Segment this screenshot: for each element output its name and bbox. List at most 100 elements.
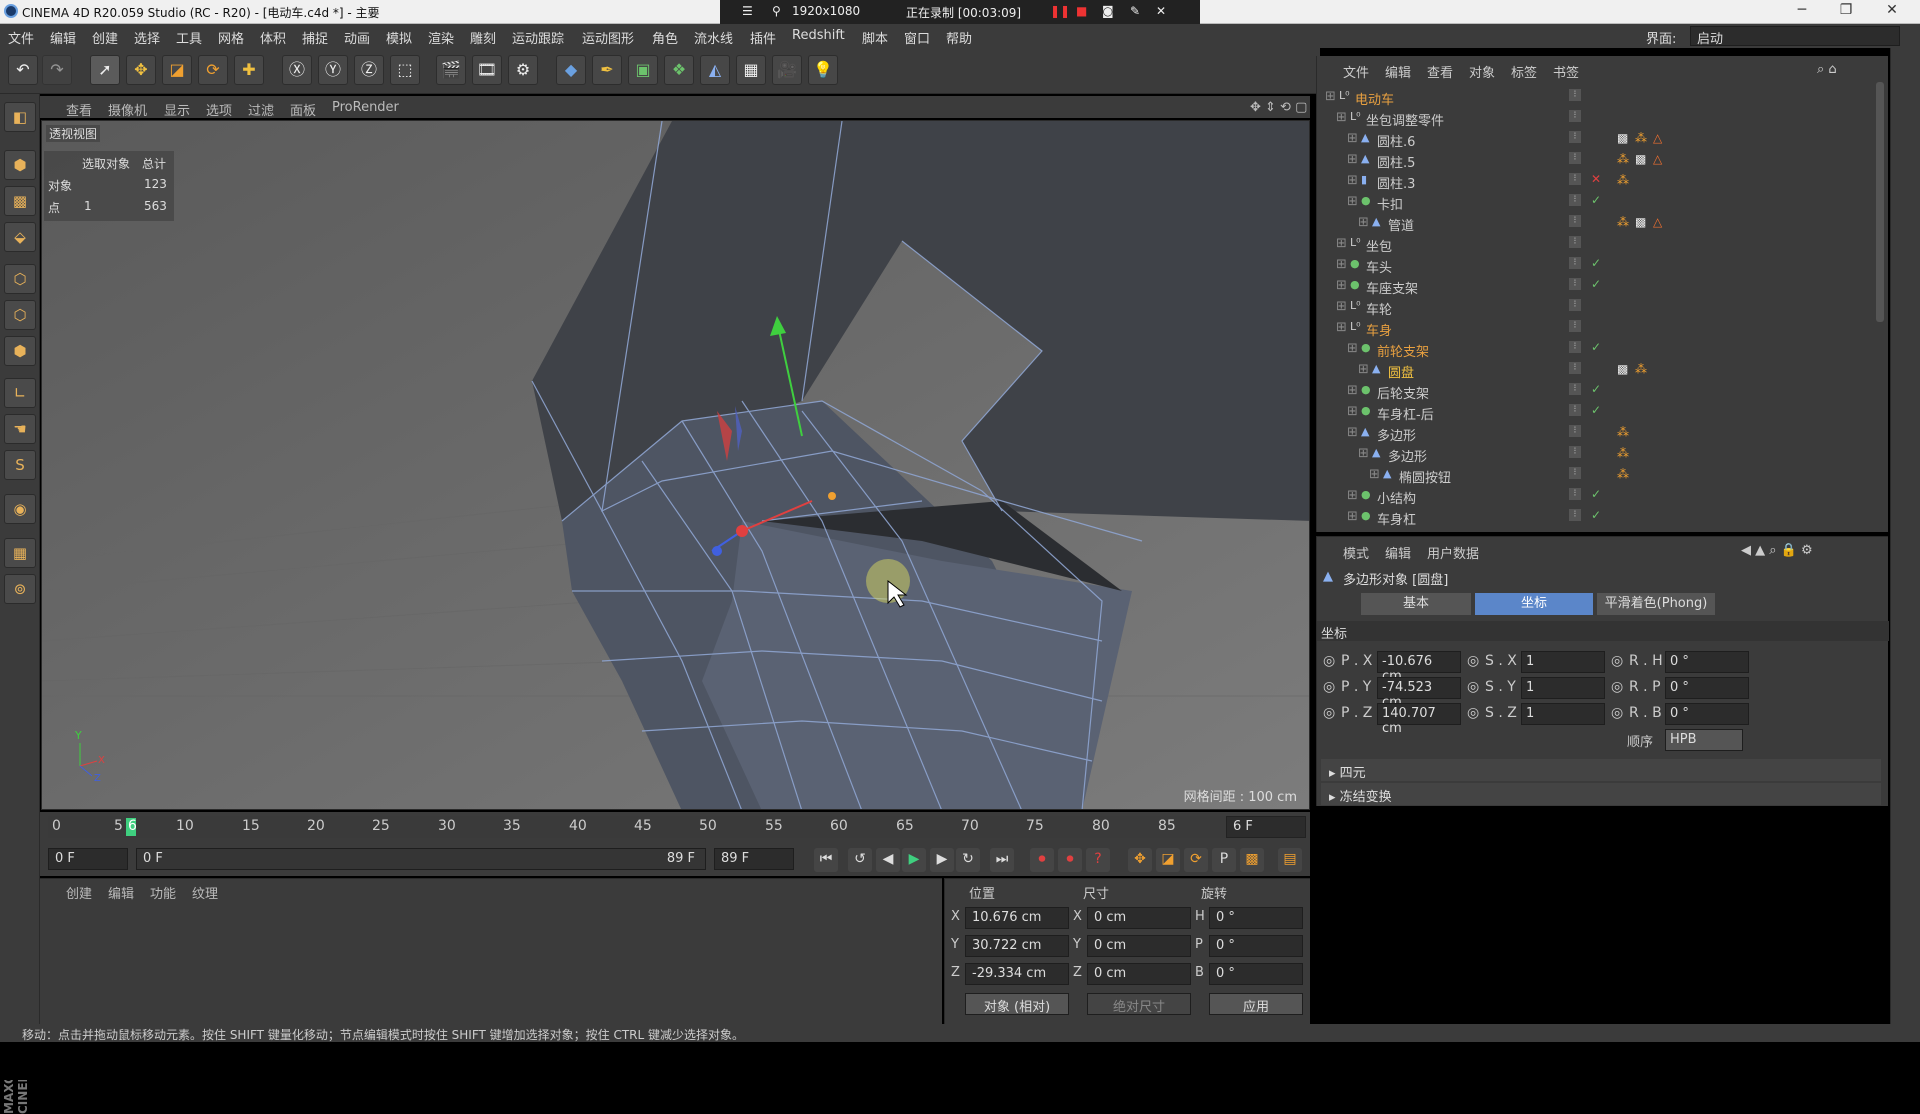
viewport-menu-display[interactable]: 显示 — [164, 100, 190, 119]
object-name[interactable]: 多边形 — [1377, 425, 1416, 444]
select-tool-icon[interactable]: ➚ — [90, 55, 120, 85]
maximize-button[interactable]: ❐ — [1826, 2, 1866, 22]
object-name[interactable]: 车身 — [1366, 320, 1392, 339]
menu-script[interactable]: 脚本 — [862, 28, 888, 47]
object-row[interactable]: ⊞ ▮ 圆柱.3 ⁝ ✕ ⁂ — [1325, 170, 1873, 192]
grid-snap-icon[interactable]: ▦ — [4, 538, 36, 568]
goto-start-icon[interactable]: ⏮ — [814, 848, 838, 872]
om-menu-view[interactable]: 查看 — [1427, 62, 1453, 81]
texture-tag-icon[interactable]: ▩ — [1635, 152, 1646, 166]
menu-mesh[interactable]: 网格 — [218, 28, 244, 47]
make-editable-icon[interactable]: ◧ — [4, 102, 36, 132]
enabled-check-icon[interactable]: ✕ — [1591, 172, 1601, 186]
enabled-check-icon[interactable]: ✓ — [1591, 487, 1601, 501]
layer-visibility-icon[interactable]: ⁝ — [1569, 509, 1581, 521]
attr-menu-edit[interactable]: 编辑 — [1385, 543, 1411, 562]
playhead-label[interactable]: 6 — [128, 818, 137, 834]
object-name[interactable]: 多边形 — [1388, 446, 1427, 465]
object-row[interactable]: ⊞ ● 卡扣 ⁝ ✓ — [1325, 191, 1873, 213]
layer-visibility-icon[interactable]: ⁝ — [1569, 383, 1581, 395]
array-icon[interactable]: ❖ — [664, 55, 694, 85]
menu-volume[interactable]: 体积 — [260, 28, 286, 47]
layer-visibility-icon[interactable]: ⁝ — [1569, 152, 1581, 164]
points-mode-icon[interactable]: ⬡ — [4, 264, 36, 294]
camera-object-icon[interactable]: 🎥 — [772, 55, 802, 85]
move-tool-icon[interactable]: ✥ — [126, 55, 156, 85]
enabled-check-icon[interactable]: ✓ — [1591, 340, 1601, 354]
polygons-mode-icon[interactable]: ⬢ — [4, 336, 36, 366]
coord-size-z[interactable]: 0 cm — [1087, 963, 1191, 985]
object-name[interactable]: 坐包 — [1366, 236, 1392, 255]
phong-tag-icon[interactable]: ⁂ — [1635, 131, 1647, 145]
object-row[interactable]: ⊞ L⁰ 电动车 ⁝ — [1325, 86, 1873, 108]
expand-icon[interactable]: ⊞ — [1347, 152, 1358, 167]
x-axis-icon[interactable]: Ⓧ — [282, 55, 312, 85]
expand-icon[interactable]: ⊞ — [1347, 194, 1358, 209]
expand-icon[interactable]: ⊞ — [1347, 488, 1358, 503]
end-frame-field[interactable]: 89 F — [714, 848, 794, 870]
object-name[interactable]: 圆盘 — [1388, 362, 1414, 381]
prev-frame-icon[interactable]: ◀ — [876, 848, 900, 872]
prev-key-icon[interactable]: ↺ — [848, 848, 872, 872]
expand-icon[interactable]: ⊞ — [1336, 257, 1347, 272]
texture-tag-icon[interactable]: ▩ — [1617, 362, 1628, 376]
enabled-check-icon[interactable]: ✓ — [1591, 403, 1601, 417]
menu-simulate[interactable]: 模拟 — [386, 28, 412, 47]
transform-tool-icon[interactable]: ✚ — [234, 55, 264, 85]
object-row[interactable]: ⊞ L⁰ 车轮 ⁝ — [1325, 296, 1873, 318]
current-frame-field[interactable]: 6 F — [1226, 816, 1306, 838]
object-row[interactable]: ⊞ ▲ 椭圆按钮 ⁝ ⁂ — [1325, 464, 1873, 486]
perspective-viewport[interactable]: Y X Z 透视视图 选取对象 总计 对象 123 点 1 563 网格间距 :… — [41, 120, 1310, 810]
object-name[interactable]: 车身杠 — [1377, 509, 1416, 528]
enabled-check-icon[interactable]: ✓ — [1591, 256, 1601, 270]
expand-icon[interactable]: ⊞ — [1336, 110, 1347, 125]
menu-select[interactable]: 选择 — [134, 28, 160, 47]
object-name[interactable]: 卡扣 — [1377, 194, 1403, 213]
expand-icon[interactable]: ⊞ — [1347, 509, 1358, 524]
px-field[interactable]: -10.676 cm — [1377, 651, 1461, 684]
goto-end-icon[interactable]: ⏭ — [990, 848, 1014, 872]
layer-visibility-icon[interactable]: ⁝ — [1569, 110, 1581, 122]
expand-icon[interactable]: ⊞ — [1336, 278, 1347, 293]
autokey-icon[interactable]: ⏺ — [1058, 848, 1082, 872]
layer-visibility-icon[interactable]: ⁝ — [1569, 278, 1581, 290]
object-row[interactable]: ⊞ ● 后轮支架 ⁝ ✓ — [1325, 380, 1873, 402]
pen-spline-icon[interactable]: ✒ — [592, 55, 622, 85]
menu-plugins[interactable]: 插件 — [750, 28, 776, 47]
enabled-check-icon[interactable]: ✓ — [1591, 382, 1601, 396]
sz-field[interactable]: 1 — [1521, 703, 1605, 725]
key-rotation-icon[interactable]: ⟳ — [1184, 848, 1208, 872]
viewport-menu-prorender[interactable]: ProRender — [332, 100, 399, 115]
workplane-lock-icon[interactable]: ⊚ — [4, 574, 36, 604]
layer-visibility-icon[interactable]: ⁝ — [1569, 173, 1581, 185]
phong-tag-icon[interactable]: ⁂ — [1617, 446, 1629, 460]
rh-field[interactable]: 0 ° — [1665, 651, 1749, 673]
object-name[interactable]: 坐包调整零件 — [1366, 110, 1444, 129]
coord-system-icon[interactable]: ⬚ — [390, 55, 420, 85]
object-row[interactable]: ⊞ ▲ 圆柱.5 ⁝ ⁂ ▩ △ — [1325, 149, 1873, 171]
sy-field[interactable]: 1 — [1521, 677, 1605, 699]
object-row[interactable]: ⊞ ▲ 圆盘 ⁝ ▩ ⁂ — [1325, 359, 1873, 381]
object-row[interactable]: ⊞ ▲ 管道 ⁝ ⁂ ▩ △ — [1325, 212, 1873, 234]
coord-size-y[interactable]: 0 cm — [1087, 935, 1191, 957]
menu-tools[interactable]: 工具 — [176, 28, 202, 47]
coord-mode-select[interactable]: 对象 (相对) — [965, 993, 1069, 1015]
timeline[interactable]: 0 5 6 10 15 20 25 30 35 40 45 50 55 60 6… — [40, 812, 1310, 842]
close-recording-icon[interactable]: ✕ — [1156, 4, 1166, 18]
minimize-button[interactable]: ─ — [1782, 2, 1822, 22]
redo-icon[interactable]: ↷ — [42, 55, 72, 85]
object-name[interactable]: 电动车 — [1355, 89, 1394, 108]
menu-file[interactable]: 文件 — [8, 28, 34, 47]
sx-field[interactable]: 1 — [1521, 651, 1605, 673]
om-menu-bookmarks[interactable]: 书签 — [1553, 62, 1579, 81]
layer-visibility-icon[interactable]: ⁝ — [1569, 215, 1581, 227]
layer-visibility-icon[interactable]: ⁝ — [1569, 236, 1581, 248]
attr-nav-icons[interactable]: ◀ ▲ ⌕ 🔒 ⚙ — [1741, 543, 1813, 558]
om-search-icon[interactable]: ⌕ ⌂ — [1817, 62, 1837, 77]
tweak-mode-icon[interactable]: ☚ — [4, 414, 36, 444]
phong-tag-icon[interactable]: ⁂ — [1617, 425, 1629, 439]
camera-icon[interactable]: ◙ — [1102, 4, 1114, 18]
stop-icon[interactable]: ■ — [1076, 4, 1087, 18]
frame-range-slider[interactable]: 0 F 89 F — [136, 848, 706, 870]
rb-field[interactable]: 0 ° — [1665, 703, 1749, 725]
